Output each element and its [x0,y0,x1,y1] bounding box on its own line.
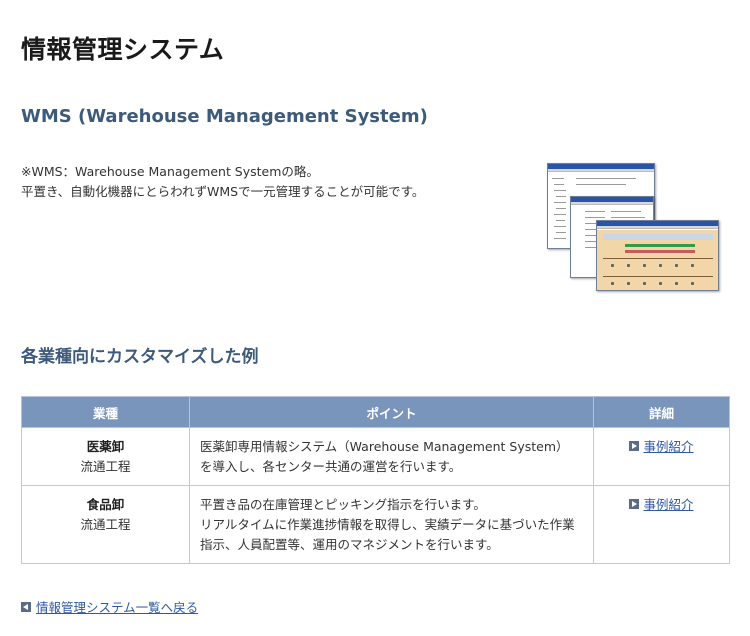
point-cell: 平置き品の在庫管理とピッキング指示を行います。 リアルタイムに作業進捗情報を取得… [189,485,594,564]
point-line: 平置き品の在庫管理とピッキング指示を行います。 [200,497,486,512]
page-title: 情報管理システム [21,35,225,64]
wms-intro: ※WMS：Warehouse Management Systemの略。 平置き、… [21,162,424,202]
industry-name: 食品卸 [86,497,125,512]
back-to-list-link[interactable]: 情報管理システム一覧へ戻る [36,600,198,615]
case-study-link[interactable]: 事例紹介 [643,497,693,512]
industry-cell: 食品卸 流通工程 [21,485,190,564]
case-study-link[interactable]: 事例紹介 [643,439,693,454]
arrow-right-icon [629,440,640,451]
back-to-list: 情報管理システム一覧へ戻る [21,597,198,616]
point-line: を導入し、各センター共通の運営を行います。 [200,459,462,474]
point-cell: 医薬卸専用情報システム（Warehouse Management System）… [189,427,594,486]
screenshot-window-3 [596,220,719,291]
industry-process: 流通工程 [80,517,131,532]
column-header-detail: 詳細 [593,396,730,428]
industry-cell: 医薬卸 流通工程 [21,427,190,486]
wms-heading: WMS (Warehouse Management System) [21,106,428,127]
intro-line-2: 平置き、自動化機器にとらわれずWMSで一元管理することが可能です。 [21,184,425,199]
detail-cell: 事例紹介 [593,485,730,564]
column-header-point: ポイント [189,396,594,428]
intro-line-1: ※WMS：Warehouse Management Systemの略。 [21,164,319,179]
detail-cell: 事例紹介 [593,427,730,486]
column-header-industry: 業種 [21,396,190,428]
industry-name: 医薬卸 [86,439,125,454]
table-row: 医薬卸 流通工程 医薬卸専用情報システム（Warehouse Managemen… [21,427,730,486]
examples-table: 業種 ポイント 詳細 医薬卸 流通工程 医薬卸専用情報システム（Warehous… [21,396,730,564]
point-line: 医薬卸専用情報システム（Warehouse Management System） [200,439,569,454]
table-row: 食品卸 流通工程 平置き品の在庫管理とピッキング指示を行います。 リアルタイムに… [21,485,730,564]
arrow-right-icon [629,498,640,509]
arrow-left-icon [21,601,31,612]
wms-screenshot-image [547,163,719,291]
industry-process: 流通工程 [80,459,131,474]
examples-heading: 各業種向にカスタマイズした例 [21,347,259,367]
table-header-row: 業種 ポイント 詳細 [21,396,730,428]
point-line: リアルタイムに作業進捗情報を取得し、実績データに基づいた作業 [200,517,575,532]
point-line: 指示、人員配置等、運用のマネジメントを行います。 [200,537,499,552]
